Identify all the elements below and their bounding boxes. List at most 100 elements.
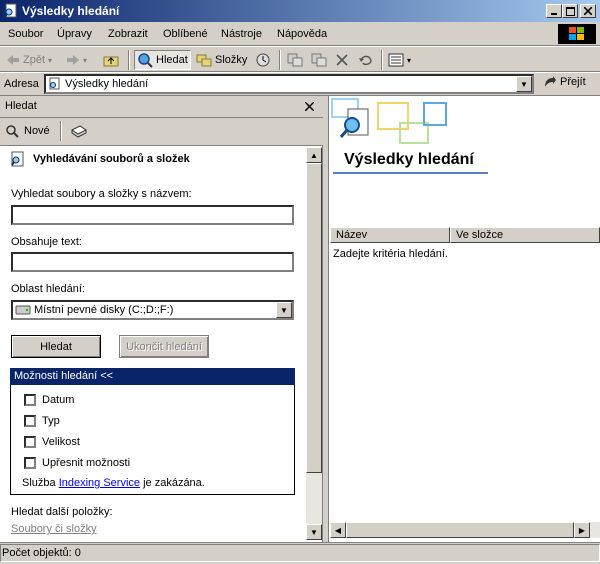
history-icon <box>256 53 270 67</box>
menu-help[interactable]: Nápověda <box>277 28 327 40</box>
checkbox[interactable] <box>24 394 36 406</box>
folders-icon <box>196 54 212 67</box>
option-size[interactable]: Velikost <box>24 436 80 448</box>
menu-file[interactable]: Soubor <box>8 28 43 40</box>
history-button[interactable] <box>255 50 271 70</box>
search-icon <box>138 53 153 68</box>
option-label: Upřesnit možnosti <box>42 457 131 469</box>
scroll-down-button[interactable]: ▼ <box>306 524 322 540</box>
search-pane-title: Hledat <box>5 100 37 112</box>
scroll-right-button[interactable]: ▶ <box>574 522 590 538</box>
scope-label: Oblast hledání: <box>11 283 85 295</box>
arrow-right-icon: ▶ <box>578 525 586 535</box>
delete-icon <box>336 54 348 66</box>
window-title: Výsledky hledání <box>22 4 120 18</box>
undo-button[interactable] <box>358 50 374 70</box>
address-label: Adresa <box>4 78 39 90</box>
maximize-button[interactable] <box>562 4 578 18</box>
windows-flag-icon <box>569 27 584 40</box>
indexing-service-link[interactable]: Indexing Service <box>59 477 140 489</box>
address-field[interactable]: Výsledky hledání ▼ <box>44 74 534 94</box>
delete-button[interactable] <box>335 50 349 70</box>
search-button[interactable]: Hledat <box>11 335 101 358</box>
checkbox[interactable] <box>24 457 36 469</box>
stop-search-button[interactable]: Ukončit hledání <box>119 335 209 358</box>
close-button[interactable] <box>580 4 596 18</box>
indexing-note: Služba Indexing Service je zakázána. <box>22 477 205 489</box>
status-cell: Počet objektů: 0 <box>0 544 600 562</box>
back-dropdown-icon: ▾ <box>48 55 53 65</box>
option-label: Typ <box>42 415 60 427</box>
back-label: Zpět <box>23 54 46 66</box>
checkbox[interactable] <box>24 436 36 448</box>
chevron-down-icon: ▼ <box>280 305 288 315</box>
menu-view[interactable]: Zobrazit <box>108 28 148 40</box>
option-date[interactable]: Datum <box>24 394 74 406</box>
arrow-left-icon: ◀ <box>334 525 342 535</box>
text-label: Obsahuje text: <box>11 236 82 248</box>
copy-to-button[interactable] <box>311 50 327 70</box>
up-folder-button[interactable] <box>103 50 119 70</box>
search-options-header[interactable]: Možnosti hledání << <box>10 368 295 385</box>
address-dropdown-button[interactable]: ▼ <box>516 76 532 92</box>
folders-button[interactable]: Složky <box>196 50 247 70</box>
up-folder-icon <box>103 56 119 67</box>
title-bar[interactable]: Výsledky hledání <box>0 0 600 22</box>
undo-icon <box>359 55 372 66</box>
name-input[interactable] <box>11 205 294 225</box>
move-to-button[interactable] <box>287 50 303 70</box>
arrow-up-icon: ▲ <box>310 150 318 160</box>
status-text: Počet objektů: 0 <box>2 547 81 559</box>
views-button[interactable]: ▾ <box>388 50 411 70</box>
results-title: Výsledky hledání <box>344 151 474 168</box>
name-label: Vyhledat soubory a složky s názvem: <box>11 188 192 200</box>
search-label: Hledat <box>156 54 188 66</box>
back-button[interactable]: Zpět ▾ <box>6 50 52 70</box>
close-pane-icon[interactable] <box>305 102 314 111</box>
toolbar-separator <box>279 50 281 70</box>
address-value: Výsledky hledání <box>65 78 149 90</box>
forward-button[interactable]: ▾ <box>66 50 87 70</box>
option-advanced[interactable]: Upřesnit možnosti <box>24 457 130 469</box>
scroll-left-button[interactable]: ◀ <box>330 522 346 538</box>
search-toggle-button[interactable]: Hledat <box>134 50 191 70</box>
checkbox[interactable] <box>24 415 36 427</box>
maximize-icon <box>565 6 575 16</box>
go-button[interactable]: Přejít <box>543 75 586 89</box>
column-name[interactable]: Název <box>330 227 450 243</box>
title-underline <box>333 172 488 174</box>
files-folders-link[interactable]: Soubory či složky <box>11 523 97 535</box>
results-scroll-thumb[interactable] <box>346 522 574 538</box>
hard-drive-icon <box>15 305 31 315</box>
forward-dropdown-icon: ▾ <box>83 55 88 65</box>
minimize-button[interactable] <box>546 4 562 18</box>
empty-results-message: Zadejte kritéria hledání. <box>333 248 448 260</box>
option-label: Velikost <box>42 436 80 448</box>
search-results-icon <box>49 77 60 90</box>
search-results-icon <box>3 3 17 19</box>
search-banner-graphic <box>331 98 447 144</box>
back-arrow-icon <box>7 55 19 65</box>
search-heading-text: Vyhledávání souborů a složek <box>33 153 190 165</box>
search-files-icon <box>11 151 24 167</box>
option-type[interactable]: Typ <box>24 415 60 427</box>
other-items-label: Hledat další položky: <box>11 506 113 518</box>
menu-favorites[interactable]: Oblíbené <box>163 28 208 40</box>
column-folder[interactable]: Ve složce <box>450 227 600 243</box>
scope-select[interactable]: Místní pevné disky (C:;D:;F:) ▼ <box>11 300 294 320</box>
menu-tools[interactable]: Nástroje <box>221 28 262 40</box>
close-icon <box>584 7 592 15</box>
left-scroll-thumb[interactable] <box>306 163 322 473</box>
forward-arrow-icon <box>67 55 79 65</box>
folders-label: Složky <box>215 54 248 66</box>
scope-dropdown-button[interactable]: ▼ <box>276 302 292 318</box>
move-to-icon <box>287 53 303 67</box>
scroll-up-button[interactable]: ▲ <box>306 147 322 163</box>
text-input[interactable] <box>11 252 294 272</box>
search-heading: Vyhledávání souborů a složek <box>11 151 190 167</box>
toolbar-separator <box>128 50 130 70</box>
search-companion-button[interactable] <box>70 124 88 143</box>
new-search-button[interactable]: Nové <box>5 124 50 138</box>
menu-edit[interactable]: Úpravy <box>57 28 92 40</box>
chevron-down-icon: ▼ <box>520 79 528 89</box>
